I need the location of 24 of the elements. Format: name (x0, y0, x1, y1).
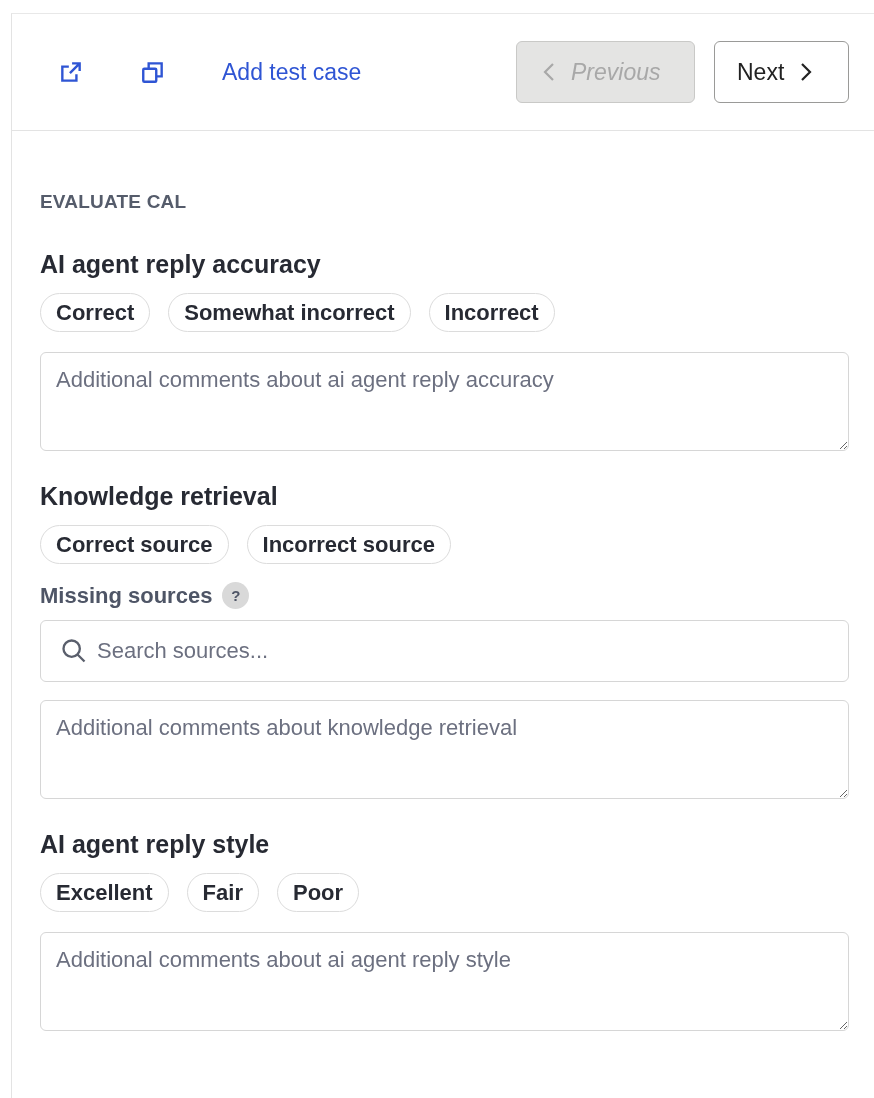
option-chip[interactable]: Somewhat incorrect (168, 293, 411, 332)
comment-field[interactable]: Additional comments about ai agent reply style (40, 932, 849, 1031)
next-button[interactable]: Next (714, 41, 849, 103)
comment-field[interactable]: Additional comments about knowledge retrieval (40, 700, 849, 799)
option-chip[interactable]: Correct source (40, 525, 229, 564)
help-badge[interactable]: ? (222, 582, 250, 609)
option-chip[interactable]: Poor (276, 873, 360, 912)
chevron-left-icon (541, 61, 557, 83)
option-chip[interactable]: Incorrect source (246, 525, 451, 564)
add-test-case-link[interactable]: Add test case (222, 58, 362, 86)
option-chip[interactable]: Excellent (40, 873, 169, 912)
criterion-title: Knowledge retrieval (40, 481, 279, 511)
option-chip[interactable]: Fair (186, 873, 259, 912)
option-chip[interactable]: Incorrect (428, 293, 555, 332)
copy-icon[interactable] (140, 59, 166, 85)
criterion-title: AI agent reply style (40, 829, 271, 859)
search-field[interactable]: Search sources... (40, 620, 849, 682)
search-icon (60, 637, 88, 665)
field-label: Missing sources (40, 582, 213, 609)
external-link-icon[interactable] (58, 59, 84, 85)
criterion-title: AI agent reply accuracy (40, 249, 322, 279)
option-chip[interactable]: Correct (40, 293, 151, 332)
comment-field[interactable]: Additional comments about ai agent reply accuracy (40, 352, 849, 451)
section-label: EVALUATE CAL (40, 191, 188, 213)
